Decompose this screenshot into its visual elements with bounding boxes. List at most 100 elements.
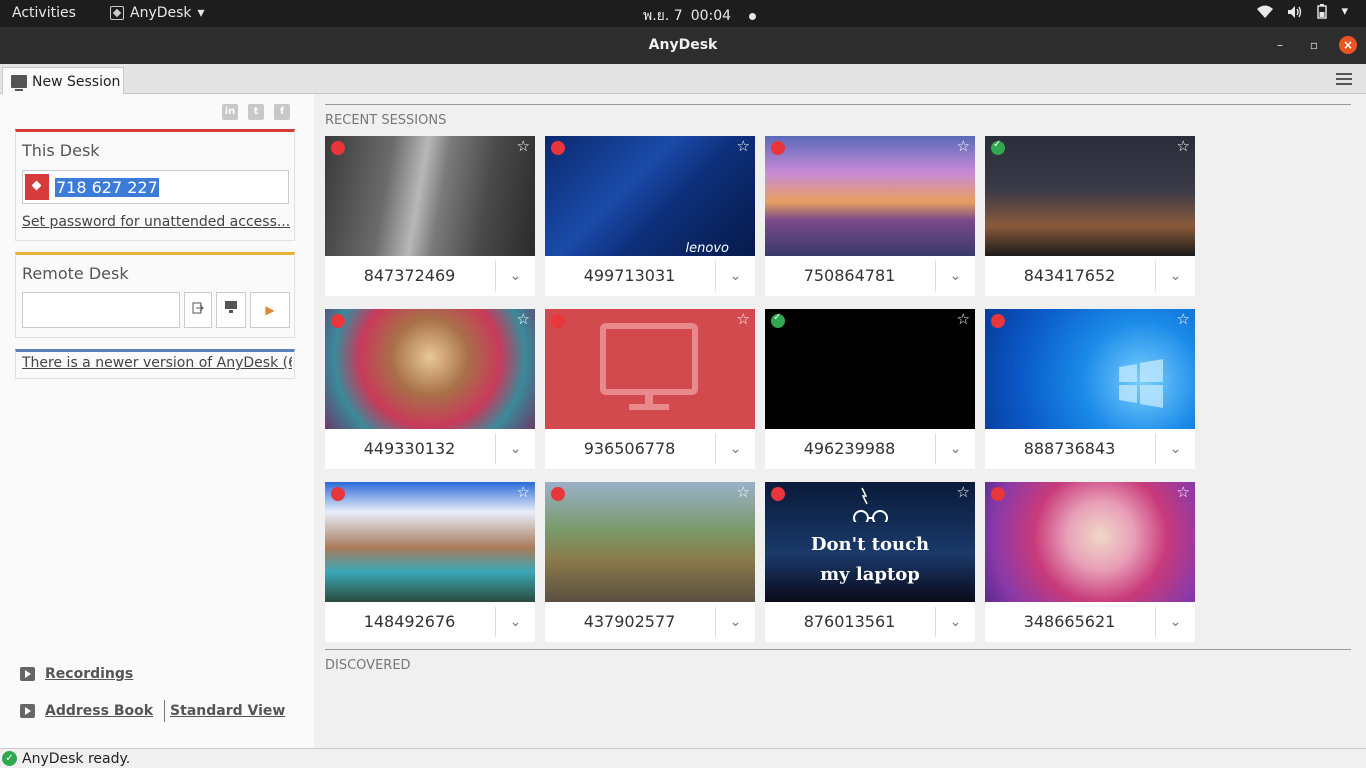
discovered-title: DISCOVERED xyxy=(325,658,411,673)
session-tile[interactable]: ☆ 750864781 ⌄ xyxy=(765,136,975,296)
session-tile[interactable]: Don't touch my laptop ☆ 876013561 ⌄ xyxy=(765,482,975,642)
recordings-icon xyxy=(20,667,35,681)
tab-strip: New Session xyxy=(0,64,1366,95)
window-title: AnyDesk xyxy=(648,37,718,53)
address-book-row: Address Book Standard View xyxy=(20,700,285,722)
maximize-button[interactable]: ▫ xyxy=(1305,36,1323,54)
session-dropdown-button[interactable]: ⌄ xyxy=(1155,261,1195,291)
connect-button[interactable]: ▶ xyxy=(250,292,290,328)
session-id: 499713031 xyxy=(583,266,676,285)
session-tile[interactable]: ☆ 847372469 ⌄ xyxy=(325,136,535,296)
status-offline-icon xyxy=(551,141,565,155)
session-thumbnail xyxy=(325,136,535,256)
session-id: 496239988 xyxy=(803,439,896,458)
divider xyxy=(164,700,166,722)
session-dropdown-button[interactable]: ⌄ xyxy=(715,607,755,637)
status-online-icon xyxy=(771,312,785,328)
app-menu-label: AnyDesk xyxy=(130,5,192,21)
session-tile[interactable]: ☆ 496239988 ⌄ xyxy=(765,309,975,469)
session-thumbnail xyxy=(325,309,535,429)
address-book-link[interactable]: Address Book xyxy=(45,703,153,719)
session-id: 148492676 xyxy=(363,612,456,631)
set-password-link[interactable]: Set password for unattended access... xyxy=(22,214,290,230)
session-thumbnail xyxy=(985,482,1195,602)
session-dropdown-button[interactable]: ⌄ xyxy=(495,434,535,464)
window-title-bar: AnyDesk – ▫ × xyxy=(0,27,1366,64)
standard-view-link[interactable]: Standard View xyxy=(170,703,285,719)
file-transfer-icon xyxy=(192,302,204,314)
update-notice-link[interactable]: There is a newer version of AnyDesk (6.0… xyxy=(22,355,292,371)
favorite-star-icon[interactable]: ☆ xyxy=(517,483,530,501)
status-online-icon xyxy=(991,139,1005,155)
session-id: 750864781 xyxy=(803,266,896,285)
session-dropdown-button[interactable]: ⌄ xyxy=(935,261,975,291)
favorite-star-icon[interactable]: ☆ xyxy=(1177,483,1190,501)
remote-desk-label: Remote Desk xyxy=(22,264,129,283)
session-tile[interactable]: ☆ 936506778 ⌄ xyxy=(545,309,755,469)
system-tray[interactable]: ▾ xyxy=(1257,4,1348,19)
status-offline-icon xyxy=(991,487,1005,501)
favorite-star-icon[interactable]: ☆ xyxy=(737,137,750,155)
main-menu-icon[interactable] xyxy=(1336,73,1352,85)
update-notice-card: There is a newer version of AnyDesk (6.0… xyxy=(15,349,295,379)
tab-new-session[interactable]: New Session xyxy=(2,67,124,95)
volume-icon xyxy=(1288,5,1302,18)
favorite-star-icon[interactable]: ☆ xyxy=(737,483,750,501)
facebook-icon[interactable]: f xyxy=(274,104,290,120)
session-dropdown-button[interactable]: ⌄ xyxy=(1155,607,1195,637)
status-offline-icon xyxy=(331,314,345,328)
anydesk-logo-icon xyxy=(25,174,49,200)
system-top-bar: Activities AnyDesk ▾ พ.ย. 7 00:04 ▾ xyxy=(0,0,1366,27)
session-dropdown-button[interactable]: ⌄ xyxy=(935,607,975,637)
session-dropdown-button[interactable]: ⌄ xyxy=(495,607,535,637)
twitter-icon[interactable]: t xyxy=(248,104,264,120)
sessions-area: RECENT SESSIONS ☆ 847372469 ⌄ lenovo ☆ 4… xyxy=(315,94,1366,748)
favorite-star-icon[interactable]: ☆ xyxy=(1177,310,1190,328)
favorite-star-icon[interactable]: ☆ xyxy=(737,310,750,328)
this-desk-id[interactable]: 718 627 227 xyxy=(55,178,159,197)
close-button[interactable]: × xyxy=(1339,36,1357,54)
notification-dot-icon xyxy=(749,12,757,20)
session-tile[interactable]: lenovo ☆ 499713031 ⌄ xyxy=(545,136,755,296)
activities-button[interactable]: Activities xyxy=(12,5,76,21)
favorite-star-icon[interactable]: ☆ xyxy=(957,137,970,155)
session-tile[interactable]: ☆ 437902577 ⌄ xyxy=(545,482,755,642)
session-id: 843417652 xyxy=(1023,266,1116,285)
app-menu[interactable]: AnyDesk ▾ xyxy=(110,5,205,21)
session-dropdown-button[interactable]: ⌄ xyxy=(715,434,755,464)
favorite-star-icon[interactable]: ☆ xyxy=(957,483,970,501)
recent-sessions-title: RECENT SESSIONS xyxy=(325,113,447,128)
session-dropdown-button[interactable]: ⌄ xyxy=(495,261,535,291)
favorite-star-icon[interactable]: ☆ xyxy=(1177,137,1190,155)
favorite-star-icon[interactable]: ☆ xyxy=(957,310,970,328)
social-links: in t f xyxy=(222,104,290,120)
session-dropdown-button[interactable]: ⌄ xyxy=(1155,434,1195,464)
session-tile[interactable]: ☆ 148492676 ⌄ xyxy=(325,482,535,642)
remote-desk-input[interactable] xyxy=(22,292,180,328)
status-offline-icon xyxy=(551,487,565,501)
session-thumbnail: Don't touch my laptop xyxy=(765,482,975,602)
session-id: 437902577 xyxy=(583,612,676,631)
session-thumbnail xyxy=(765,136,975,256)
recordings-link[interactable]: Recordings xyxy=(45,666,133,682)
session-dropdown-button[interactable]: ⌄ xyxy=(935,434,975,464)
minimize-button[interactable]: – xyxy=(1271,36,1289,54)
session-dropdown-button[interactable]: ⌄ xyxy=(715,261,755,291)
session-tile[interactable]: ☆ 888736843 ⌄ xyxy=(985,309,1195,469)
clock-date: พ.ย. 7 xyxy=(643,8,683,24)
favorite-star-icon[interactable]: ☆ xyxy=(517,310,530,328)
clock[interactable]: พ.ย. 7 00:04 xyxy=(643,5,757,27)
session-tile[interactable]: ☆ 449330132 ⌄ xyxy=(325,309,535,469)
status-offline-icon xyxy=(331,141,345,155)
favorite-star-icon[interactable]: ☆ xyxy=(517,137,530,155)
left-panel: in t f This Desk 718 627 227 Set passwor… xyxy=(0,94,314,748)
session-tile[interactable]: ☆ 348665621 ⌄ xyxy=(985,482,1195,642)
session-id: 348665621 xyxy=(1023,612,1116,631)
linkedin-icon[interactable]: in xyxy=(222,104,238,120)
recordings-row: Recordings xyxy=(20,666,133,682)
browse-button[interactable] xyxy=(216,292,246,328)
session-thumbnail xyxy=(325,482,535,602)
file-transfer-button[interactable] xyxy=(184,292,212,328)
session-tile[interactable]: ☆ 843417652 ⌄ xyxy=(985,136,1195,296)
this-desk-id-field[interactable]: 718 627 227 xyxy=(22,170,289,204)
